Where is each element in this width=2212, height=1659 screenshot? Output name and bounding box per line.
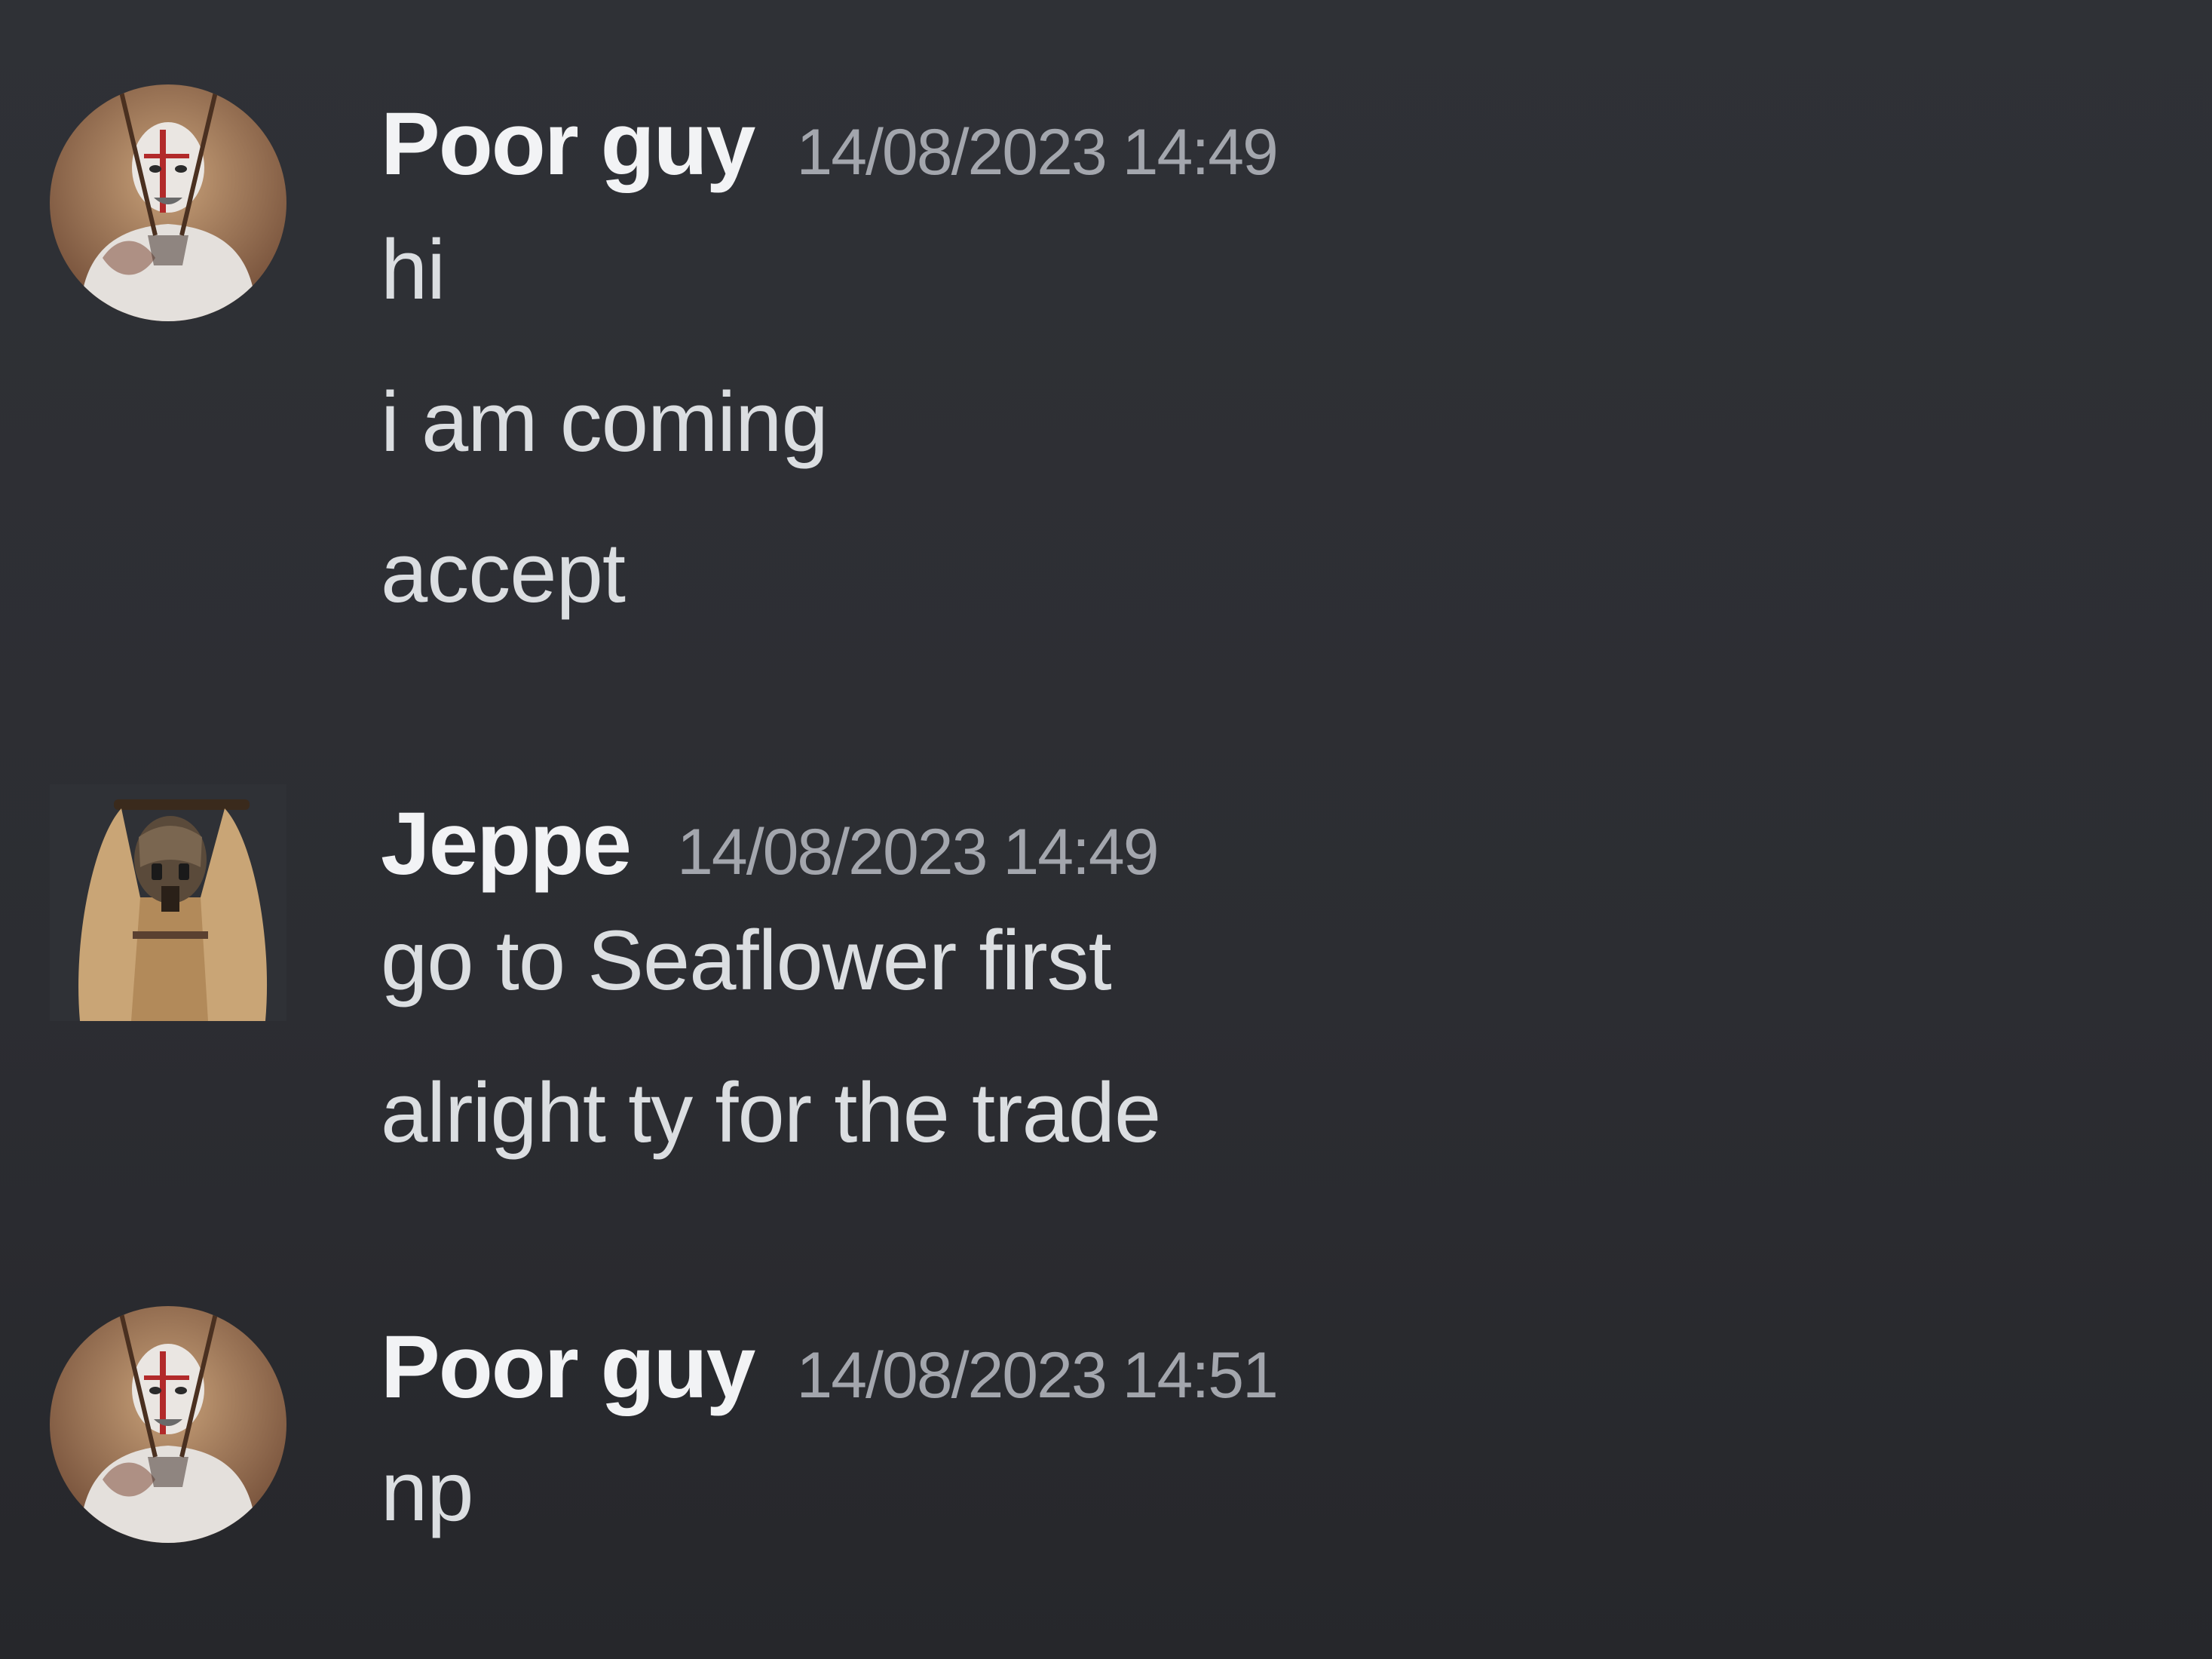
timestamp[interactable]: 14/08/2023 14:49	[677, 816, 1160, 888]
chat-message-list: Poor guy 14/08/2023 14:49 hi i am coming …	[0, 0, 2212, 1659]
avatar[interactable]	[50, 84, 286, 321]
avatar[interactable]	[50, 784, 286, 1021]
message-header: Poor guy 14/08/2023 14:49	[381, 100, 1279, 189]
message-text: hi	[381, 222, 446, 317]
message-text: i am coming	[381, 375, 829, 469]
message-header: Jeppe 14/08/2023 14:49	[381, 799, 1160, 888]
message-text: accept	[381, 526, 626, 620]
username[interactable]: Poor guy	[381, 1317, 755, 1417]
message-text: np	[381, 1444, 474, 1538]
raider-avatar-icon	[50, 784, 286, 1021]
warrior-avatar-icon	[50, 1306, 286, 1543]
warrior-avatar-icon	[50, 84, 286, 321]
username[interactable]: Jeppe	[381, 794, 632, 894]
message-header: Poor guy 14/08/2023 14:51	[381, 1323, 1279, 1412]
timestamp[interactable]: 14/08/2023 14:51	[796, 1339, 1279, 1412]
avatar[interactable]	[50, 1306, 286, 1543]
message-text: go to Seaflower first	[381, 913, 1112, 1007]
username[interactable]: Poor guy	[381, 94, 755, 194]
timestamp[interactable]: 14/08/2023 14:49	[796, 116, 1279, 189]
message-text: alright ty for the trade	[381, 1066, 1161, 1160]
